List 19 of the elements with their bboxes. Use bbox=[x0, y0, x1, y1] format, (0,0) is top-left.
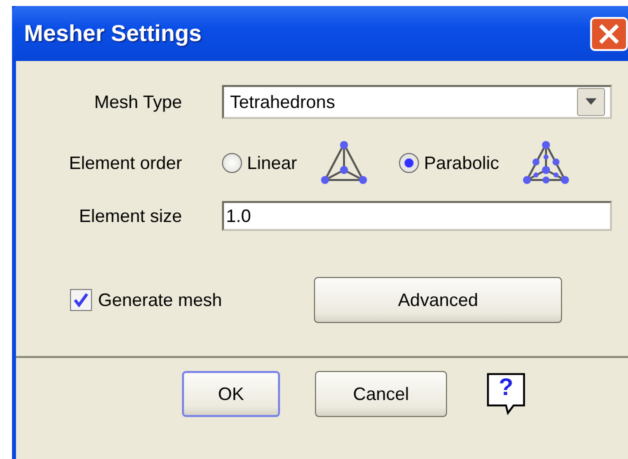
ok-button[interactable]: OK bbox=[182, 371, 280, 417]
close-icon[interactable] bbox=[590, 16, 628, 50]
radio-circle[interactable] bbox=[399, 153, 420, 173]
element-size-field[interactable]: 1.0 bbox=[222, 201, 612, 231]
window-title: Mesher Settings bbox=[24, 20, 202, 47]
radio-button[interactable]: Parabolic bbox=[399, 152, 500, 174]
mesh-type-dropdown[interactable]: Tetrahedrons bbox=[222, 85, 612, 119]
radio-button[interactable]: Linear bbox=[222, 152, 298, 174]
field-label: Element order bbox=[68, 152, 182, 174]
tetrahedron-icon bbox=[319, 140, 370, 186]
radio-circle[interactable] bbox=[222, 153, 242, 173]
help-icon[interactable]: ? bbox=[487, 373, 525, 415]
generate-mesh-checkbox[interactable]: Generate mesh bbox=[70, 289, 222, 311]
tetrahedron-icon bbox=[521, 140, 572, 186]
field-label: Element size bbox=[78, 206, 182, 226]
field-label: Mesh Type bbox=[93, 92, 182, 112]
advanced-button[interactable]: Advanced bbox=[314, 277, 562, 323]
checkbox-icon[interactable] bbox=[70, 289, 92, 311]
cancel-button[interactable]: Cancel bbox=[315, 371, 447, 417]
